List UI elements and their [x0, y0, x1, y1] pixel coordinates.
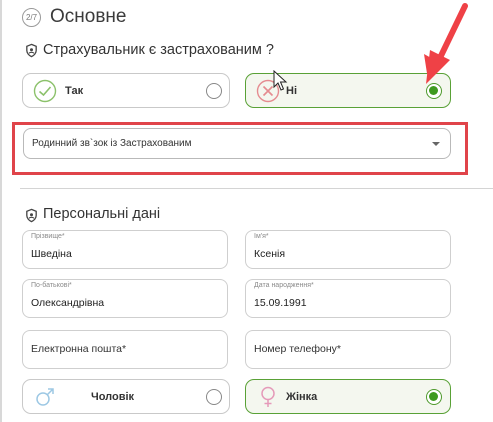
- section-title: Основне: [50, 6, 127, 27]
- gender-female-radio[interactable]: [426, 389, 442, 405]
- name-value: Ксенія: [254, 248, 286, 260]
- shield-user-icon: [26, 43, 37, 58]
- birthdate-label: Дата народження*: [254, 282, 314, 289]
- surname-field[interactable]: Прізвище* Шведіна: [22, 230, 228, 269]
- name-label: Ім'я*: [254, 233, 269, 240]
- email-field[interactable]: Електронна пошта*: [22, 330, 228, 369]
- email-placeholder: Електронна пошта*: [31, 343, 127, 355]
- option-yes[interactable]: Так: [22, 73, 230, 108]
- surname-value: Шведіна: [31, 248, 72, 260]
- left-border: [0, 0, 2, 422]
- male-icon: [36, 388, 54, 406]
- gender-male-option[interactable]: Чоловік: [22, 379, 230, 414]
- option-yes-radio[interactable]: [206, 83, 222, 99]
- surname-label: Прізвище*: [31, 233, 65, 240]
- gender-female-label: Жінка: [286, 391, 318, 403]
- female-icon: [261, 386, 275, 407]
- birthdate-value: 15.09.1991: [254, 297, 307, 309]
- mouse-cursor-icon: [273, 70, 288, 91]
- phone-field[interactable]: Номер телефону*: [245, 330, 451, 369]
- chevron-down-icon[interactable]: [432, 142, 440, 146]
- personal-data-title: Персональні дані: [43, 206, 161, 222]
- birthdate-field[interactable]: Дата народження* 15.09.1991: [245, 279, 451, 318]
- check-circle-icon: [33, 79, 57, 103]
- relation-select[interactable]: Родинний зв`зок із Застрахованим: [23, 128, 451, 159]
- gender-male-radio[interactable]: [206, 389, 222, 405]
- patronymic-value: Олександрівна: [31, 297, 105, 309]
- phone-placeholder: Номер телефону*: [254, 343, 341, 355]
- insured-question: Страхувальник є застрахованим ?: [43, 42, 274, 58]
- name-field[interactable]: Ім'я* Ксенія: [245, 230, 451, 269]
- section-divider: [20, 188, 493, 189]
- shield-user-icon: [26, 208, 37, 223]
- patronymic-field[interactable]: По-батькові* Олександрівна: [22, 279, 228, 318]
- patronymic-label: По-батькові*: [31, 282, 72, 289]
- gender-female-option[interactable]: Жінка: [245, 379, 451, 414]
- gender-male-label: Чоловік: [91, 391, 135, 403]
- relation-select-placeholder: Родинний зв`зок із Застрахованим: [32, 138, 192, 149]
- step-badge: 2/7: [22, 8, 41, 27]
- option-yes-label: Так: [65, 85, 84, 97]
- annotation-arrow-icon: [424, 3, 468, 84]
